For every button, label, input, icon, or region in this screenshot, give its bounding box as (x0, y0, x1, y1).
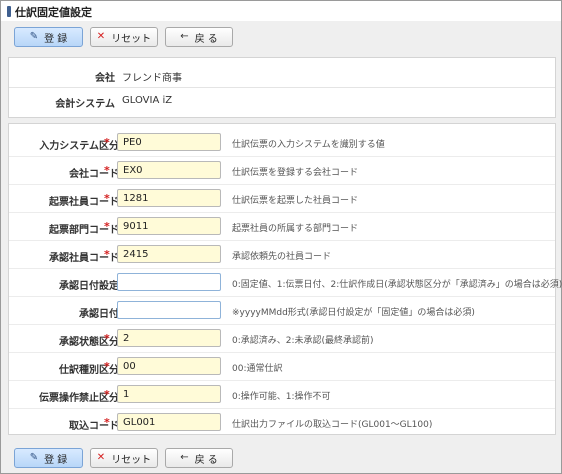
page-title: 仕訳固定値設定 (15, 6, 92, 19)
field-description: 0:操作可能、1:操作不可 (232, 392, 331, 402)
field-description: 仕訳伝票を登録する会社コード (232, 168, 359, 178)
save-button[interactable]: ✎ 登 録 (14, 27, 83, 47)
field-description: 仕訳伝票を起票した社員コード (232, 196, 359, 206)
reset-button-label: リセット (111, 33, 152, 45)
reset-button-label: リセット (111, 454, 152, 466)
arrow-left-icon: ← (180, 452, 189, 463)
form-row: 取込コード* 仕訳出力ファイルの取込コード(GL001〜GL100) (9, 408, 555, 436)
field-input[interactable] (117, 329, 221, 347)
save-button[interactable]: ✎ 登 録 (14, 448, 83, 468)
pencil-icon: ✎ (29, 31, 39, 42)
required-mark: * (104, 136, 110, 149)
form-row: 承認日付設定 0:固定値、1:伝票日付、2:仕訳作成日(承認状態区分が「承認済み」… (9, 268, 562, 296)
field-description: ※yyyyMMdd形式(承認日付設定が「固定値」の場合は必須) (232, 308, 475, 318)
field-input[interactable] (117, 245, 221, 263)
page-frame: 仕訳固定値設定 ✎ 登 録 ✕ リセット ← 戻 る 会社 フレンド商事 会計シ… (0, 0, 562, 474)
close-icon: ✕ (96, 31, 106, 42)
field-input[interactable] (117, 301, 221, 319)
title-bar: 仕訳固定値設定 (1, 1, 561, 21)
field-description: 仕訳伝票の入力システムを識別する値 (232, 140, 385, 150)
field-label: 承認日付設定 (59, 281, 119, 292)
required-mark: * (104, 164, 110, 177)
field-input[interactable] (117, 161, 221, 179)
accounting-system-label: 会計システム (55, 99, 115, 110)
company-value: フレンド商事 (122, 73, 182, 84)
field-input[interactable] (117, 133, 221, 151)
field-input[interactable] (117, 273, 221, 291)
toolbar-top: ✎ 登 録 ✕ リセット ← 戻 る (1, 25, 561, 51)
field-input[interactable] (117, 189, 221, 207)
field-input[interactable] (117, 217, 221, 235)
form-row: 承認日付 ※yyyyMMdd形式(承認日付設定が「固定値」の場合は必須) (9, 296, 555, 324)
form-row: 会社コード* 仕訳伝票を登録する会社コード (9, 156, 555, 184)
form-row: 起票部門コード*起票社員の所属する部門コード (9, 212, 555, 240)
save-button-label: 登 録 (44, 454, 68, 466)
form-row: 仕訳種別区分* 00:通常仕訳 (9, 352, 555, 380)
reset-button[interactable]: ✕ リセット (90, 448, 158, 468)
save-button-label: 登 録 (44, 33, 68, 45)
arrow-left-icon: ← (180, 31, 189, 42)
toolbar-bottom: ✎ 登 録 ✕ リセット ← 戻 る (1, 446, 561, 472)
field-input[interactable] (117, 413, 221, 431)
field-description: 0:承認済み、2:未承認(最終承認前) (232, 336, 374, 346)
field-label: 仕訳種別区分 (59, 365, 119, 376)
info-panel: 会社 フレンド商事 会計システム GLOVIA iZ (8, 57, 556, 118)
back-button-label: 戻 る (194, 33, 218, 45)
title-marker (7, 6, 11, 17)
required-mark: * (104, 248, 110, 261)
field-description: 仕訳出力ファイルの取込コード(GL001〜GL100) (232, 420, 433, 430)
required-mark: * (104, 388, 110, 401)
pencil-icon: ✎ (29, 452, 39, 463)
field-description: 起票社員の所属する部門コード (232, 224, 359, 234)
required-mark: * (104, 220, 110, 233)
close-icon: ✕ (96, 452, 106, 463)
back-button[interactable]: ← 戻 る (165, 448, 233, 468)
form-row: 承認状態区分* 0:承認済み、2:未承認(最終承認前) (9, 324, 555, 352)
accounting-system-row: 会計システム GLOVIA iZ (9, 84, 555, 111)
required-mark: * (104, 416, 110, 429)
required-mark: * (104, 360, 110, 373)
field-input[interactable] (117, 357, 221, 375)
form-row: 起票社員コード*仕訳伝票を起票した社員コード (9, 184, 555, 212)
field-description: 00:通常仕訳 (232, 364, 283, 374)
field-label: 取込コード (69, 421, 119, 432)
field-input[interactable] (117, 385, 221, 403)
form-row: 伝票操作禁止区分*0:操作可能、1:操作不可 (9, 380, 555, 408)
form-row: 承認社員コード*承認依頼先の社員コード (9, 240, 555, 268)
field-label: 会社コード (69, 169, 119, 180)
company-row: 会社 フレンド商事 (9, 58, 555, 85)
company-label: 会社 (95, 73, 115, 84)
back-button[interactable]: ← 戻 る (165, 27, 233, 47)
back-button-label: 戻 る (194, 454, 218, 466)
field-label: 承認日付 (79, 309, 119, 320)
required-mark: * (104, 192, 110, 205)
reset-button[interactable]: ✕ リセット (90, 27, 158, 47)
required-mark: * (104, 332, 110, 345)
accounting-system-value: GLOVIA iZ (122, 95, 173, 106)
field-label: 承認状態区分 (59, 337, 119, 348)
form-row: 入力システム区分*仕訳伝票の入力システムを識別する値 (9, 128, 555, 156)
field-description: 承認依頼先の社員コード (232, 252, 332, 262)
settings-form: 入力システム区分*仕訳伝票の入力システムを識別する値会社コード*仕訳伝票を登録す… (8, 123, 562, 436)
field-description: 0:固定値、1:伝票日付、2:仕訳作成日(承認状態区分が「承認済み」の場合は必須… (232, 280, 562, 290)
